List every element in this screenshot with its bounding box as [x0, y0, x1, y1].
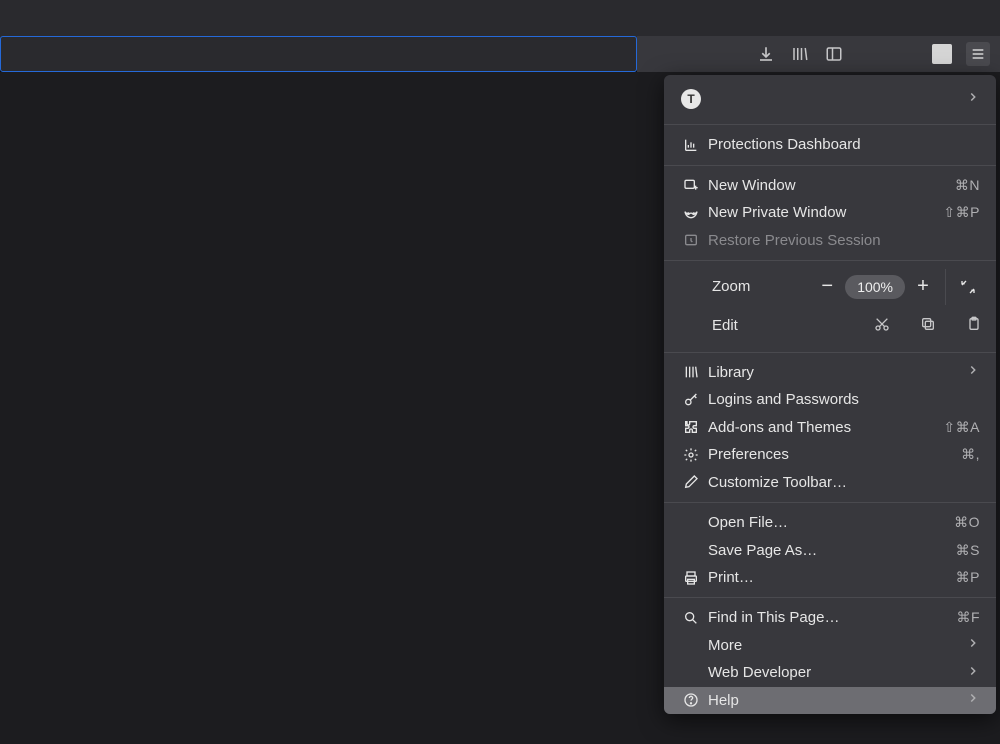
protections-dashboard-item[interactable]: Protections Dashboard — [664, 131, 996, 158]
menu-item-label: Open File… — [704, 514, 954, 531]
menu-item-label: Print… — [704, 569, 956, 586]
logins-item[interactable]: Logins and Passwords — [664, 386, 996, 413]
separator — [664, 352, 996, 353]
menu-item-label: Restore Previous Session — [704, 232, 980, 249]
zoom-row: Zoom − 100% + — [664, 267, 996, 306]
separator — [664, 260, 996, 261]
app-menu: T Protections Dashboard New Window ⌘N Ne… — [664, 75, 996, 714]
menu-item-label: Save Page As… — [704, 542, 956, 559]
web-developer-item[interactable]: Web Developer — [664, 659, 996, 686]
customize-item[interactable]: Customize Toolbar… — [664, 468, 996, 495]
search-icon — [678, 610, 704, 626]
chevron-right-icon — [966, 363, 980, 381]
preferences-item[interactable]: Preferences ⌘, — [664, 441, 996, 468]
separator — [664, 124, 996, 125]
shortcut: ⌘F — [956, 609, 980, 626]
shortcut: ⇧⌘A — [943, 419, 980, 436]
shortcut: ⌘P — [956, 569, 980, 586]
library-toolbar-icon[interactable] — [790, 44, 810, 64]
toolbar-spacer — [637, 0, 1000, 38]
chevron-right-icon — [966, 90, 980, 108]
new-window-icon — [678, 177, 704, 193]
shortcut: ⌘N — [955, 177, 980, 194]
fullscreen-button[interactable] — [950, 269, 986, 305]
print-icon — [678, 570, 704, 586]
paste-icon[interactable] — [966, 316, 982, 336]
menu-item-label: New Private Window — [704, 204, 943, 221]
new-window-item[interactable]: New Window ⌘N — [664, 172, 996, 199]
downloads-icon[interactable] — [756, 44, 776, 64]
paintbrush-icon — [678, 474, 704, 490]
restore-icon — [678, 232, 704, 248]
profile-icon[interactable] — [932, 44, 952, 64]
zoom-out-button[interactable]: − — [809, 269, 845, 305]
edit-label: Edit — [708, 317, 738, 334]
shortcut: ⌘S — [956, 542, 980, 559]
zoom-label: Zoom — [708, 278, 768, 295]
zoom-in-button[interactable]: + — [905, 269, 941, 305]
account-row[interactable]: T — [664, 79, 996, 118]
key-icon — [678, 392, 704, 408]
print-item[interactable]: Print… ⌘P — [664, 564, 996, 591]
addons-item[interactable]: Add-ons and Themes ⇧⌘A — [664, 413, 996, 440]
shortcut: ⌘O — [954, 514, 980, 531]
zoom-value[interactable]: 100% — [845, 275, 905, 299]
menu-item-label: Web Developer — [704, 664, 966, 681]
puzzle-icon — [678, 419, 704, 435]
cut-icon[interactable] — [874, 316, 890, 336]
menu-item-label: Find in This Page… — [704, 609, 956, 626]
menu-item-label: Protections Dashboard — [704, 136, 980, 153]
help-item[interactable]: Help — [664, 687, 996, 714]
chevron-right-icon — [966, 636, 980, 654]
tab-strip — [0, 0, 637, 38]
library-icon — [678, 364, 704, 380]
toolbar-right — [637, 36, 1000, 72]
menu-item-label: More — [704, 637, 966, 654]
url-bar[interactable] — [0, 36, 637, 72]
restore-session-item: Restore Previous Session — [664, 227, 996, 254]
open-file-item[interactable]: Open File… ⌘O — [664, 509, 996, 536]
gear-icon — [678, 447, 704, 463]
menu-item-label: Logins and Passwords — [704, 391, 980, 408]
chevron-right-icon — [966, 664, 980, 682]
find-item[interactable]: Find in This Page… ⌘F — [664, 604, 996, 631]
library-item[interactable]: Library — [664, 359, 996, 386]
menu-item-label: Library — [704, 364, 966, 381]
menu-item-label: Help — [704, 692, 966, 709]
new-private-window-item[interactable]: New Private Window ⇧⌘P — [664, 199, 996, 226]
save-as-item[interactable]: Save Page As… ⌘S — [664, 536, 996, 563]
menu-item-label: Customize Toolbar… — [704, 474, 980, 491]
separator — [664, 597, 996, 598]
account-avatar: T — [681, 89, 701, 109]
app-menu-button[interactable] — [966, 42, 990, 66]
shortcut: ⌘, — [961, 446, 980, 463]
mask-icon — [678, 205, 704, 221]
separator — [664, 165, 996, 166]
sidebar-toolbar-icon[interactable] — [824, 44, 844, 64]
shortcut: ⇧⌘P — [943, 204, 980, 221]
more-item[interactable]: More — [664, 632, 996, 659]
copy-icon[interactable] — [920, 316, 936, 336]
menu-item-label: Add-ons and Themes — [704, 419, 943, 436]
chart-icon — [678, 137, 704, 153]
separator — [664, 502, 996, 503]
menu-item-label: Preferences — [704, 446, 961, 463]
help-icon — [678, 692, 704, 708]
chevron-right-icon — [966, 691, 980, 709]
edit-row: Edit — [664, 306, 996, 345]
menu-item-label: New Window — [704, 177, 955, 194]
